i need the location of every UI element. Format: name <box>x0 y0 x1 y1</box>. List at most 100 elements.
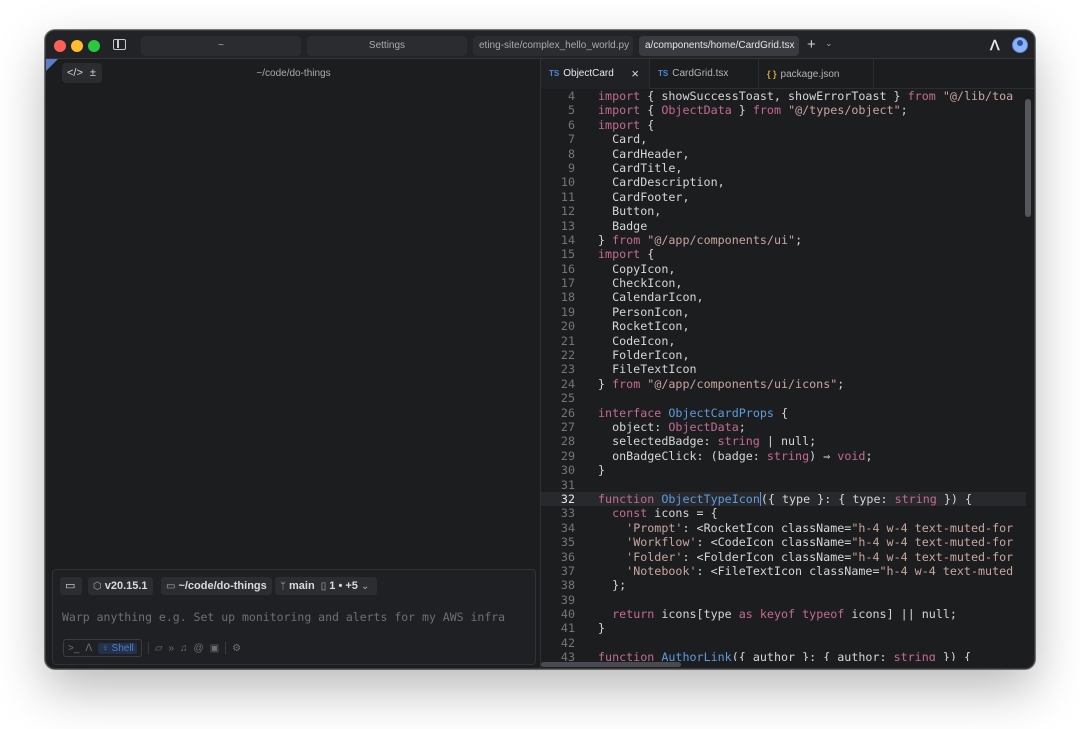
line-number: 33 <box>560 506 575 521</box>
maximize-window-button[interactable] <box>88 40 100 52</box>
editor-tab-package-json[interactable]: { } package.json <box>759 59 874 89</box>
chat-icon[interactable]: ▭ <box>60 577 82 595</box>
line-number: 38 <box>560 578 575 593</box>
editor-tab-label: CardGrid.tsx <box>672 68 729 79</box>
line-number: 11 <box>560 189 575 204</box>
code-text: CopyIcon, <box>598 261 676 276</box>
line-number: 36 <box>560 549 575 564</box>
minimize-window-button[interactable] <box>71 40 83 52</box>
line-number: 10 <box>560 175 575 190</box>
settings-gear-icon[interactable]: ⚙ <box>232 643 241 654</box>
lightbulb-icon: ♀ <box>101 642 109 654</box>
code-line[interactable]: 17 CheckIcon, <box>541 276 1026 290</box>
code-line[interactable]: 31 <box>541 478 1026 492</box>
diff-icon[interactable]: ± <box>90 63 96 83</box>
code-line[interactable]: 43 function AuthorLink({ author }: { auth… <box>541 650 1026 661</box>
horizontal-scrollbar[interactable] <box>541 662 681 667</box>
line-number: 32 <box>560 491 575 506</box>
code-line[interactable]: 42 <box>541 636 1026 650</box>
editor-tab-label: package.json <box>780 69 840 80</box>
code-line[interactable]: 38 }; <box>541 578 1026 592</box>
new-tab-icon[interactable]: + <box>807 36 816 54</box>
code-line[interactable]: 16 CopyIcon, <box>541 262 1026 276</box>
command-input[interactable]: Warp anything e.g. Set up monitoring and… <box>62 610 527 624</box>
warp-logo-icon[interactable]: ᐱ <box>990 37 1000 54</box>
window-tab-home[interactable]: ~ <box>141 36 301 56</box>
window-tab-cardgrid[interactable]: a/components/home/CardGrid.tsx <box>639 36 799 56</box>
code-line[interactable]: 5 import { ObjectData } from "@/types/obj… <box>541 103 1026 117</box>
node-version-chip[interactable]: ⬡ v20.15.1 <box>88 577 153 595</box>
code-line[interactable]: 37 'Notebook': <FileTextIcon className="… <box>541 564 1026 578</box>
agent-icon[interactable]: ᐱ <box>85 643 92 654</box>
line-number: 21 <box>560 333 575 348</box>
microphone-icon[interactable]: ♫ <box>180 643 188 654</box>
directory-chip[interactable]: ▭ ~/code/do-things <box>161 577 272 595</box>
line-number: 14 <box>560 232 575 247</box>
slash-command-icon[interactable]: ▱ <box>155 643 163 654</box>
code-text: import { <box>598 247 655 262</box>
branch-chip[interactable]: ᛘ main ▯ 1 • +5 ⌄ <box>275 577 378 595</box>
window-tab-settings[interactable]: Settings <box>307 36 467 56</box>
code-line[interactable]: 11 CardFooter, <box>541 190 1026 204</box>
code-line[interactable]: 22 FolderIcon, <box>541 348 1026 362</box>
line-number: 6 <box>567 117 575 132</box>
code-area[interactable]: 4 import { showSuccessToast, showErrorToa… <box>541 89 1026 661</box>
line-number: 43 <box>560 650 575 661</box>
code-line[interactable]: 9 CardTitle, <box>541 161 1026 175</box>
code-line[interactable]: 28 selectedBadge: string | null; <box>541 434 1026 448</box>
fast-forward-icon[interactable]: » <box>168 643 174 654</box>
code-line[interactable]: 26 interface ObjectCardProps { <box>541 406 1026 420</box>
close-icon[interactable]: × <box>631 59 639 89</box>
code-line[interactable]: 35 'Workflow': <CodeIcon className="h-4 … <box>541 535 1026 549</box>
code-line[interactable]: 39 <box>541 593 1026 607</box>
window-tab-python-file[interactable]: eting-site/complex_hello_world.py <box>473 36 633 56</box>
code-line[interactable]: 12 Button, <box>541 204 1026 218</box>
code-text: CardDescription, <box>598 175 725 190</box>
code-line[interactable]: 13 Badge <box>541 219 1026 233</box>
line-number: 40 <box>560 607 575 622</box>
code-line[interactable]: 6 import { <box>541 118 1026 132</box>
code-line[interactable]: 32 function ObjectTypeIcon({ type }: { ty… <box>541 491 1026 507</box>
avatar[interactable] <box>1012 37 1028 53</box>
code-line[interactable]: 40 return icons[type as keyof typeof ico… <box>541 607 1026 621</box>
code-line[interactable]: 7 Card, <box>541 132 1026 146</box>
code-text: Card, <box>598 132 648 147</box>
code-line[interactable]: 23 FileTextIcon <box>541 362 1026 376</box>
code-line[interactable]: 34 'Prompt': <RocketIcon className="h-4 … <box>541 521 1026 535</box>
code-line[interactable]: 8 CardHeader, <box>541 147 1026 161</box>
shell-mode-button[interactable]: ♀ Shell <box>98 642 137 654</box>
code-line[interactable]: 30} <box>541 463 1026 477</box>
close-window-button[interactable] <box>54 40 66 52</box>
vertical-scrollbar[interactable] <box>1025 99 1031 217</box>
line-number: 18 <box>560 290 575 305</box>
code-line[interactable]: 41} <box>541 621 1026 635</box>
code-line[interactable]: 36 'Folder': <FolderIcon className="h-4 … <box>541 550 1026 564</box>
code-text: selectedBadge: string | null; <box>598 434 817 449</box>
sidebar-toggle-icon[interactable] <box>113 39 126 50</box>
code-line[interactable]: 18 CalendarIcon, <box>541 290 1026 304</box>
editor-tab-cardgrid[interactable]: TS CardGrid.tsx <box>650 59 759 89</box>
line-number: 9 <box>567 160 575 175</box>
code-line[interactable]: 25 <box>541 391 1026 405</box>
line-number: 17 <box>560 276 575 291</box>
image-attach-icon[interactable]: ▣ <box>210 643 219 654</box>
code-text: }; <box>598 578 627 593</box>
code-line[interactable]: 33 const icons = { <box>541 506 1026 520</box>
code-line[interactable]: 19 PersonIcon, <box>541 305 1026 319</box>
code-line[interactable]: 21 CodeIcon, <box>541 334 1026 348</box>
line-number: 37 <box>560 563 575 578</box>
at-mention-icon[interactable]: @ <box>194 643 204 654</box>
code-line[interactable]: 24} from "@/app/components/ui/icons"; <box>541 377 1026 391</box>
code-view-icon[interactable]: </> <box>67 63 83 83</box>
code-line[interactable]: 4 import { showSuccessToast, showErrorToa… <box>541 89 1026 103</box>
code-line[interactable]: 10 CardDescription, <box>541 175 1026 189</box>
code-line[interactable]: 14} from "@/app/components/ui"; <box>541 233 1026 247</box>
terminal-icon[interactable]: >_ <box>68 643 79 654</box>
code-line[interactable]: 15 import { <box>541 247 1026 261</box>
tab-menu-chevron-icon[interactable]: ⌄ <box>825 38 833 49</box>
code-line[interactable]: 27 object: ObjectData; <box>541 420 1026 434</box>
code-line[interactable]: 20 RocketIcon, <box>541 319 1026 333</box>
code-line[interactable]: 29 onBadgeClick: (badge: string) ⇒ void; <box>541 449 1026 463</box>
command-input-box: ▭ ⬡ v20.15.1 ▭ ~/code/do-things ᛘ main ▯ 1 •… <box>52 569 536 665</box>
editor-tab-objectcard[interactable]: TS ObjectCard × <box>541 59 650 89</box>
